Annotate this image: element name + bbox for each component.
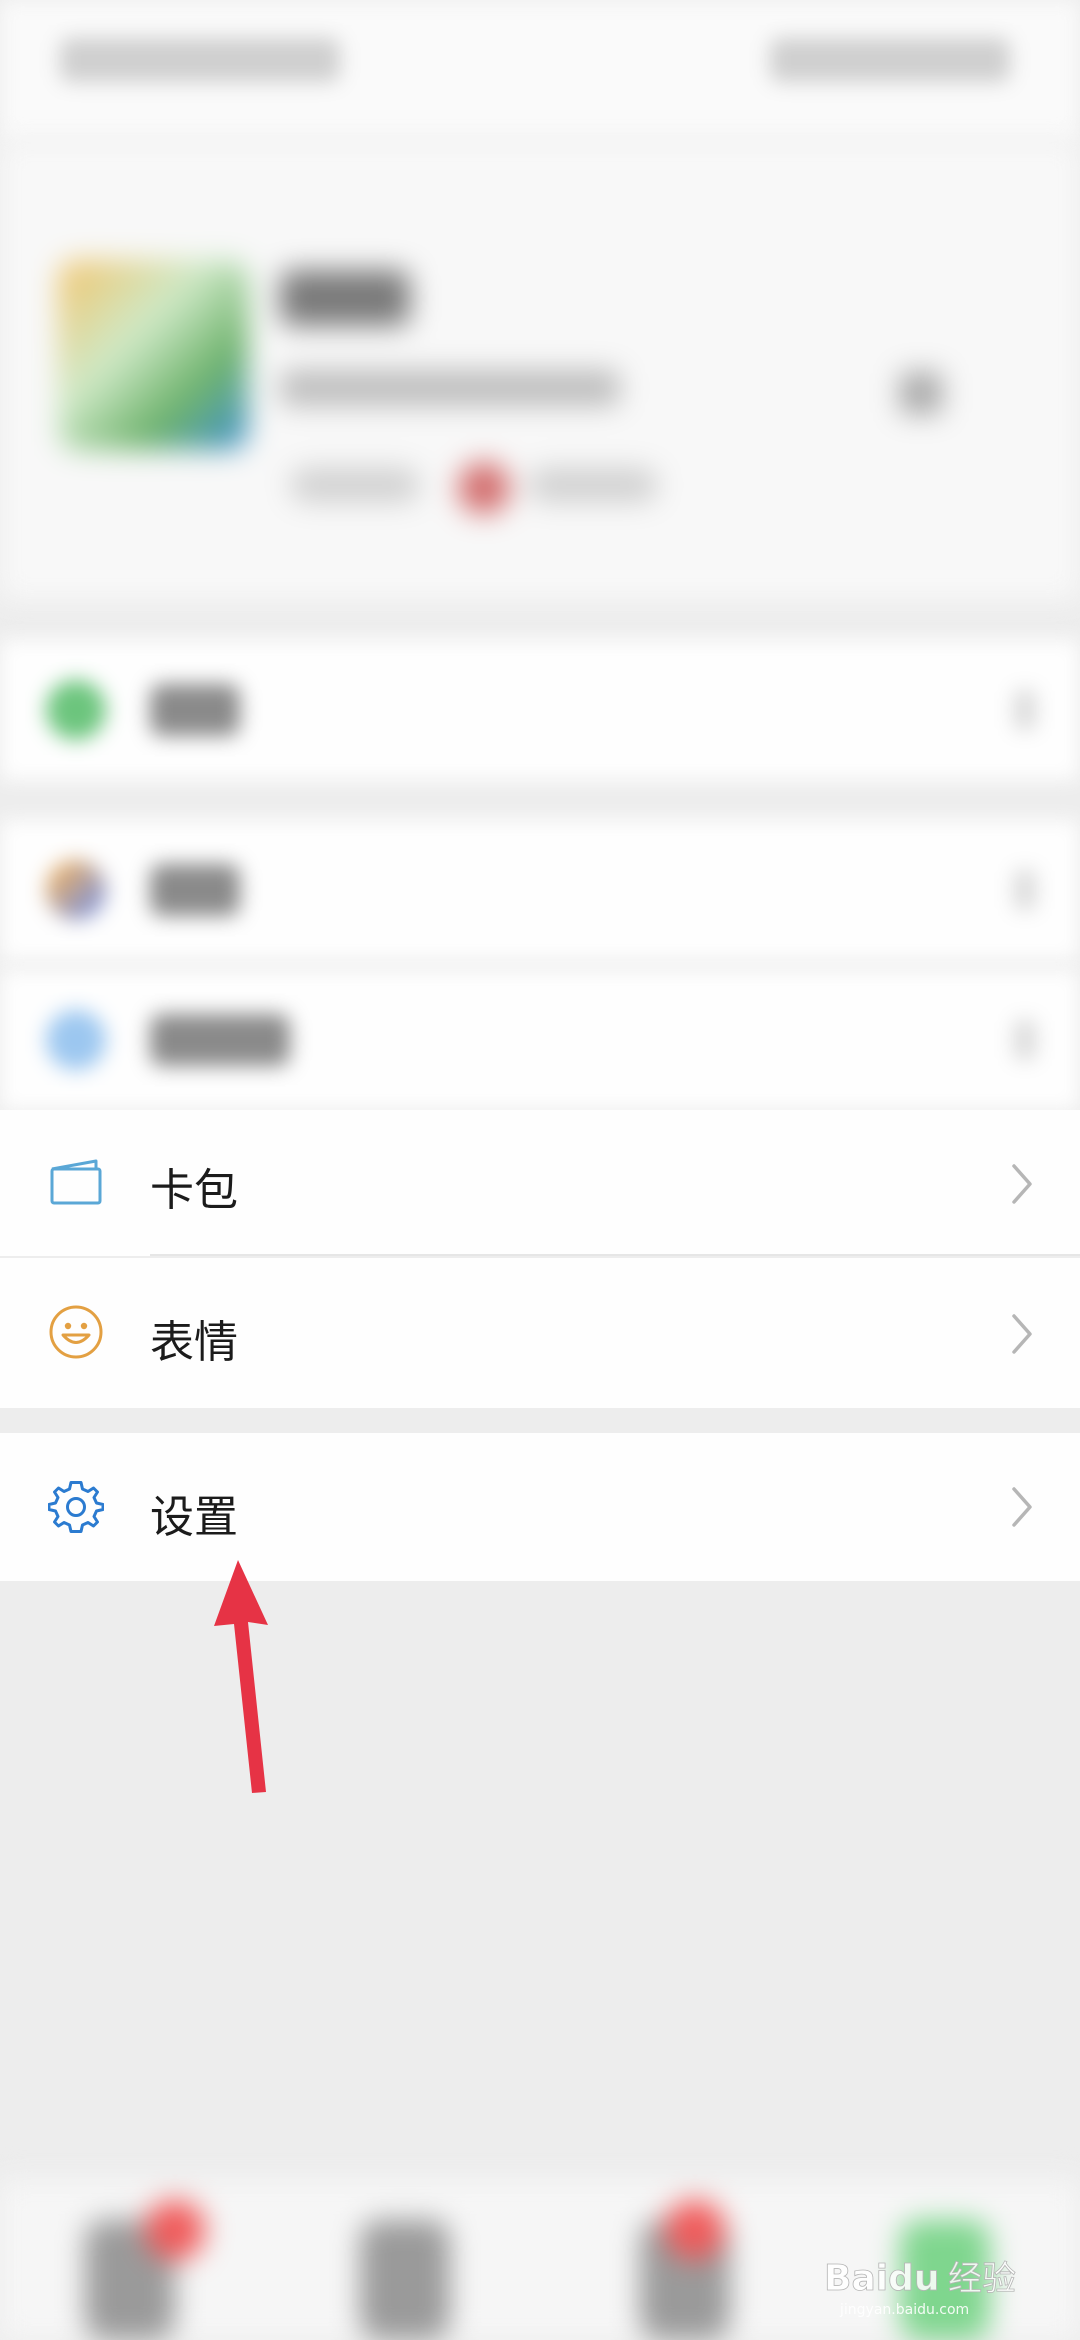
- gear-icon: [48, 1481, 104, 1533]
- services-icon: [46, 680, 106, 740]
- svg-text:jingyan.baidu.com: jingyan.baidu.com: [839, 2302, 969, 2318]
- menu-row-services-blurred[interactable]: [0, 640, 1080, 780]
- chevron-right-icon: [1014, 690, 1036, 730]
- status-left-blurred: [60, 38, 340, 82]
- status-right-blurred: [770, 38, 1010, 82]
- profile-header[interactable]: [0, 140, 1080, 600]
- status-bar: [0, 0, 1080, 140]
- menu-row-stickers[interactable]: 表情: [0, 1258, 1080, 1408]
- avatar[interactable]: [58, 260, 248, 450]
- baidu-watermark: Baidu 经验 jingyan.baidu.com: [824, 2258, 1017, 2318]
- menu-row-card-wallet[interactable]: 卡包: [0, 1110, 1080, 1256]
- favorites-icon: [46, 860, 106, 920]
- nav-badge: [145, 2200, 205, 2260]
- favorites-label-blurred: [150, 864, 240, 916]
- friend-avatar-dot: [458, 462, 510, 514]
- moments-label-blurred: [150, 1014, 290, 1066]
- chevron-right-icon: [1012, 1487, 1032, 1527]
- chevron-right-icon: [1012, 1164, 1032, 1204]
- nav-badge: [665, 2200, 725, 2260]
- svg-text:经验: 经验: [948, 2259, 1016, 2299]
- profile-name-blurred: [280, 270, 410, 326]
- menu-row-favorites-blurred[interactable]: [0, 820, 1080, 960]
- moments-icon: [46, 1010, 106, 1070]
- card-wallet-icon: [50, 1159, 102, 1205]
- card-wallet-label: 卡包: [150, 1165, 238, 1216]
- friend-status-chip-blurred[interactable]: [528, 468, 658, 502]
- menu-row-settings[interactable]: 设置: [0, 1433, 1080, 1581]
- services-label-blurred: [150, 684, 240, 736]
- menu-row-moments-blurred[interactable]: [0, 970, 1080, 1110]
- settings-label: 设置: [150, 1492, 238, 1543]
- profile-id-blurred: [280, 370, 620, 406]
- chevron-right-icon: [1012, 1314, 1032, 1354]
- stickers-label: 表情: [150, 1317, 238, 1368]
- nav-tab-contacts[interactable]: [360, 2220, 450, 2340]
- status-chip-blurred[interactable]: [290, 468, 420, 502]
- row-divider: [150, 1254, 1080, 1256]
- smiley-icon: [49, 1305, 103, 1359]
- annotation-arrow: [214, 1560, 268, 1793]
- chevron-right-icon: [1014, 1020, 1036, 1060]
- chevron-right-icon: [1014, 870, 1036, 910]
- svg-text:Baidu: Baidu: [824, 2258, 939, 2299]
- qr-code-icon[interactable]: [900, 372, 942, 414]
